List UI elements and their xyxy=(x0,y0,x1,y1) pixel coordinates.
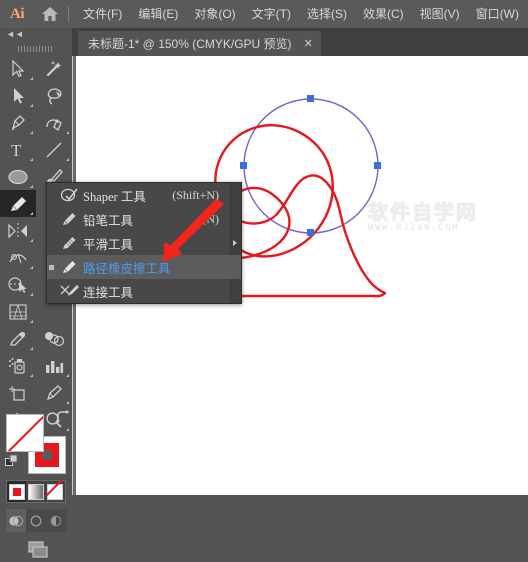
document-tab-bar: 未标题-1* @ 150% (CMYK/GPU 预览) ✕ xyxy=(72,28,528,56)
fill-swatch[interactable] xyxy=(6,414,44,452)
pencil-tool-icon xyxy=(57,211,83,227)
fill-stroke-section xyxy=(0,406,72,474)
shape-builder-tool-icon[interactable] xyxy=(0,271,36,298)
width-tool-icon[interactable] xyxy=(0,244,36,271)
flyout-label: 铅笔工具 xyxy=(83,213,134,228)
draw-behind-button[interactable] xyxy=(26,509,46,532)
menu-window[interactable]: 窗口(W) xyxy=(468,0,527,28)
flyout-item-path-eraser-tool[interactable]: 路径橡皮擦工具 xyxy=(47,255,241,279)
home-icon[interactable] xyxy=(34,0,66,28)
anchor-point-top[interactable] xyxy=(307,95,314,102)
selected-tool-bullet-icon xyxy=(49,265,54,270)
blend-tool-icon[interactable] xyxy=(36,325,72,352)
menu-bar: Ai 文件(F) 编辑(E) 对象(O) 文字(T) 选择(S) 效果(C) 视… xyxy=(0,0,528,28)
paint-mode-row xyxy=(6,480,66,503)
draw-mode-row xyxy=(6,509,66,532)
canvas-bottom-filler xyxy=(72,495,528,551)
menu-view[interactable]: 视图(V) xyxy=(412,0,468,28)
perspective-grid-tool-icon[interactable] xyxy=(0,298,36,325)
none-swatch-button[interactable] xyxy=(46,481,65,502)
document-tab-title: 未标题-1* @ 150% (CMYK/GPU 预览) xyxy=(88,37,292,51)
type-tool-icon[interactable]: T xyxy=(0,136,36,163)
close-icon[interactable]: ✕ xyxy=(304,37,313,50)
curvature-tool-icon[interactable] xyxy=(36,109,72,136)
flyout-shortcut: (N) xyxy=(202,211,219,226)
shaper-tool-icon xyxy=(57,187,83,203)
reflect-tool-icon[interactable] xyxy=(0,217,36,244)
swap-fill-stroke-icon[interactable] xyxy=(54,410,70,429)
fill-stroke-control[interactable] xyxy=(5,410,70,474)
flyout-item-pencil-tool[interactable]: 铅笔工具 (N) xyxy=(47,207,241,231)
collapse-panel-icon[interactable]: ◄◄ xyxy=(6,30,24,39)
flyout-item-smooth-tool[interactable]: 平滑工具 xyxy=(47,231,241,255)
magic-wand-tool-icon[interactable] xyxy=(36,55,72,82)
menubar-items: 文件(F) 编辑(E) 对象(O) 文字(T) 选择(S) 效果(C) 视图(V… xyxy=(75,0,527,28)
slice-tool-icon[interactable] xyxy=(36,379,72,406)
direct-selection-tool-icon[interactable] xyxy=(0,82,36,109)
flyout-item-shaper-tool[interactable]: Shaper 工具 (Shift+N) xyxy=(47,183,241,207)
flyout-label: 路径橡皮擦工具 xyxy=(83,261,171,276)
draw-normal-button[interactable] xyxy=(6,509,26,532)
anchor-point-left[interactable] xyxy=(240,162,247,169)
gradient-swatch-button[interactable] xyxy=(26,481,45,502)
join-tool-icon xyxy=(57,283,83,299)
menu-file[interactable]: 文件(F) xyxy=(75,0,130,28)
menubar-divider xyxy=(68,6,69,22)
path-eraser-tool-icon xyxy=(57,259,83,275)
eyedropper-tool-icon[interactable] xyxy=(0,325,36,352)
selection-tool-icon[interactable] xyxy=(0,55,36,82)
menu-edit[interactable]: 编辑(E) xyxy=(130,0,186,28)
symbol-sprayer-tool-icon[interactable] xyxy=(0,352,36,379)
flyout-shortcut: (Shift+N) xyxy=(172,187,219,202)
document-tab[interactable]: 未标题-1* @ 150% (CMYK/GPU 预览) ✕ xyxy=(78,31,321,56)
flyout-item-join-tool[interactable]: 连接工具 xyxy=(47,279,241,303)
flyout-label: 平滑工具 xyxy=(83,237,134,252)
menu-effect[interactable]: 效果(C) xyxy=(355,0,412,28)
shaper-tool-icon[interactable] xyxy=(0,190,36,217)
flyout-label: Shaper 工具 xyxy=(83,189,146,204)
anchor-point-right[interactable] xyxy=(374,162,381,169)
illustrator-logo-text: Ai xyxy=(10,5,25,22)
illustrator-logo-icon: Ai xyxy=(0,0,34,28)
default-fill-stroke-icon[interactable] xyxy=(5,454,19,473)
artboard-tool-icon[interactable] xyxy=(0,379,36,406)
change-screen-mode-button[interactable] xyxy=(0,538,72,562)
menu-object[interactable]: 对象(O) xyxy=(186,0,243,28)
tools-panel-grip[interactable] xyxy=(0,42,72,55)
anchor-point-bottom[interactable] xyxy=(307,229,314,236)
illustrator-window: Ai 文件(F) 编辑(E) 对象(O) 文字(T) 选择(S) 效果(C) 视… xyxy=(0,0,528,558)
svg-text:T: T xyxy=(11,141,22,159)
draw-inside-button[interactable] xyxy=(46,509,66,532)
column-graph-tool-icon[interactable] xyxy=(36,352,72,379)
line-segment-tool-icon[interactable] xyxy=(36,136,72,163)
smooth-tool-icon xyxy=(57,235,83,251)
menu-select[interactable]: 选择(S) xyxy=(299,0,355,28)
ellipse-tool-icon[interactable] xyxy=(0,163,36,190)
flyout-label: 连接工具 xyxy=(83,285,134,300)
selected-ellipse-path xyxy=(243,98,379,234)
menu-type[interactable]: 文字(T) xyxy=(244,0,299,28)
pen-tool-icon[interactable] xyxy=(0,109,36,136)
color-swatch-button[interactable] xyxy=(7,481,27,502)
lasso-tool-icon[interactable] xyxy=(36,82,72,109)
tools-panel-header: ◄◄ xyxy=(0,28,72,42)
pencil-tool-flyout-menu: Shaper 工具 (Shift+N) 铅笔工具 (N) 平滑工具 路径橡皮擦工… xyxy=(46,182,242,304)
